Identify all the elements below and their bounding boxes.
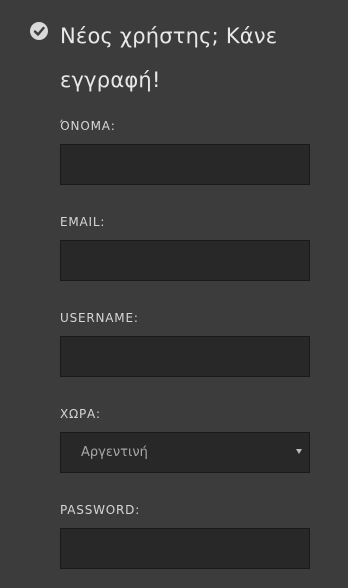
password-input[interactable] (60, 528, 310, 569)
name-input[interactable] (60, 144, 310, 185)
country-label: ΧΩΡΑ: (60, 407, 101, 421)
email-input[interactable] (60, 240, 310, 281)
username-label: USERNAME: (60, 311, 139, 325)
name-field-group: ΌΝΟΜΑ: (60, 118, 310, 185)
username-input[interactable] (60, 336, 310, 377)
email-label: EMAIL: (60, 215, 106, 229)
check-circle-icon (30, 22, 48, 40)
email-field-group: EMAIL: (60, 214, 310, 281)
register-title: Νέος χρήστης; Κάνε εγγραφή! (60, 24, 278, 92)
password-field-group: PASSWORD: (60, 502, 310, 569)
username-field-group: USERNAME: (60, 310, 310, 377)
country-field-group: ΧΩΡΑ: Αργεντινή (60, 406, 310, 473)
chevron-down-icon (296, 449, 302, 454)
registration-panel: Νέος χρήστης; Κάνε εγγραφή! ΌΝΟΜΑ: EMAIL… (0, 0, 348, 588)
country-select[interactable]: Αργεντινή (60, 432, 310, 473)
country-selected-value: Αργεντινή (81, 445, 148, 460)
password-label: PASSWORD: (60, 503, 141, 517)
name-label: ΌΝΟΜΑ: (60, 119, 116, 133)
